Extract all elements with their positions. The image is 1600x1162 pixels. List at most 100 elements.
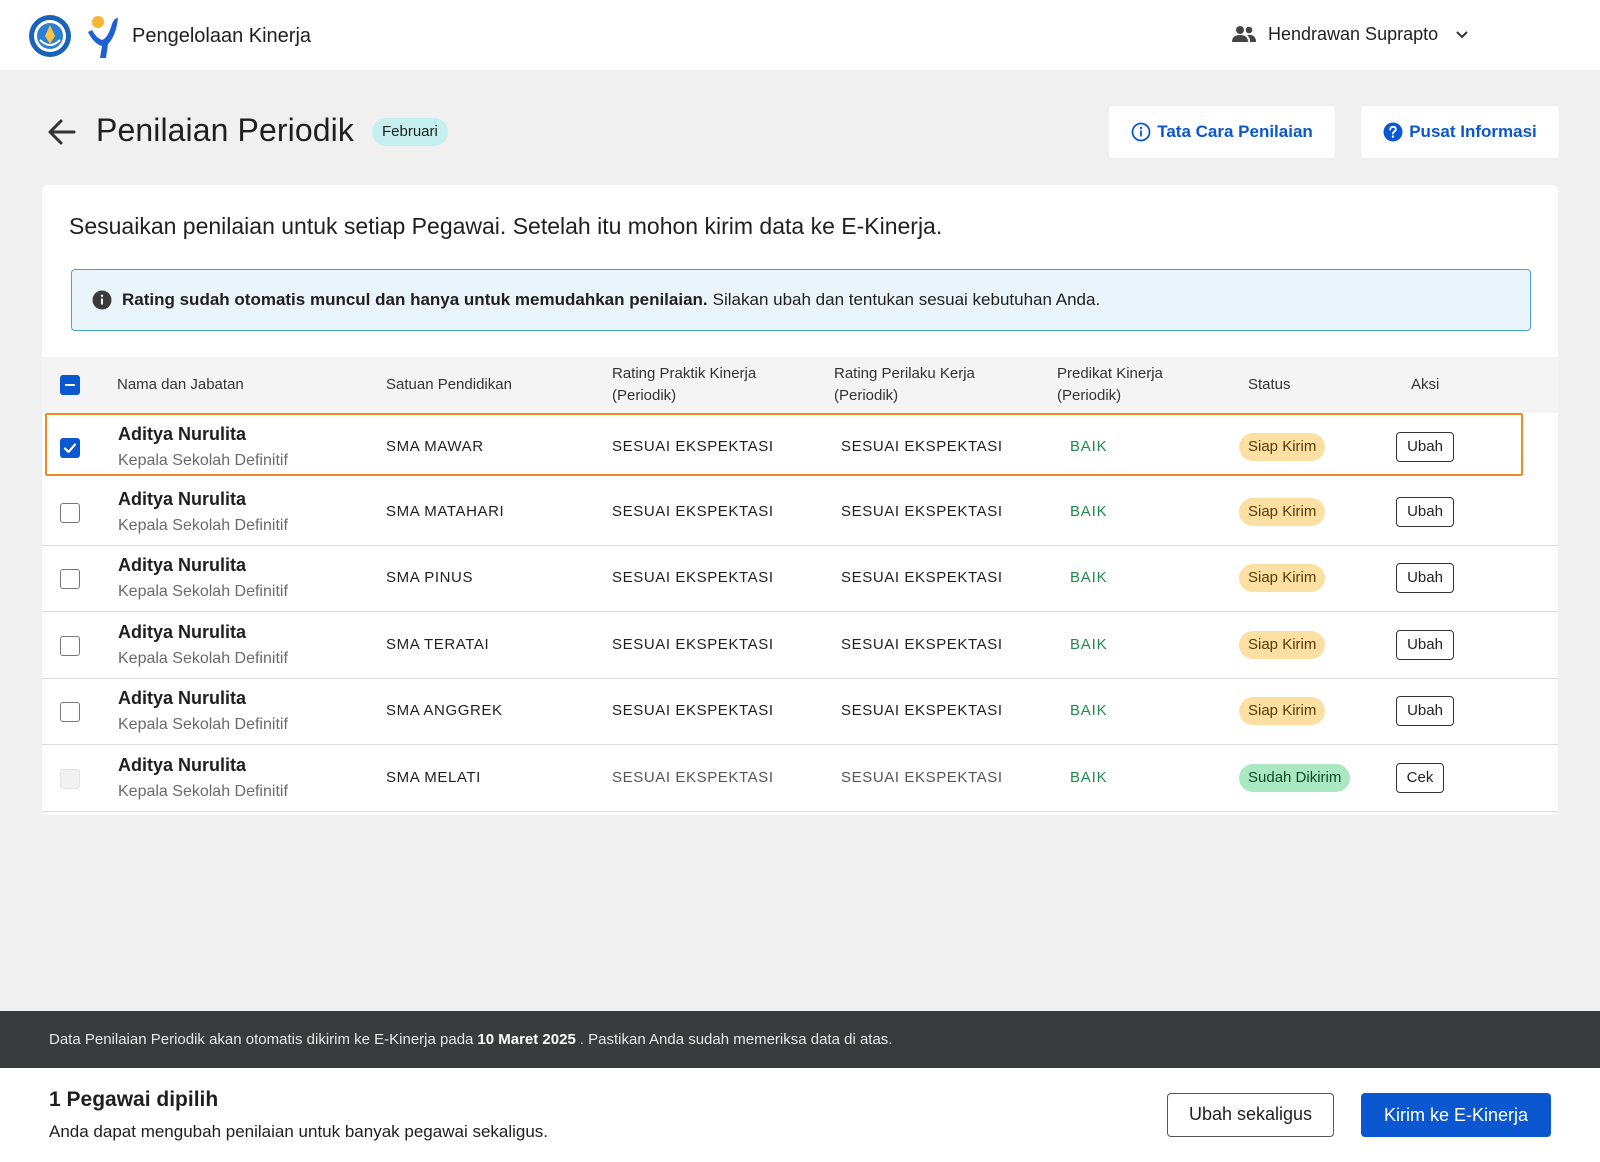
table-header: Nama dan Jabatan Satuan Pendidikan Ratin… <box>42 357 1558 413</box>
auto-send-notice: Data Penilaian Periodik akan otomatis di… <box>0 1011 1600 1068</box>
check-icon <box>63 443 77 454</box>
table-row: Aditya Nurulita Kepala Sekolah Definitif… <box>42 746 1558 812</box>
header-nama: Nama dan Jabatan <box>117 376 244 393</box>
pusat-informasi-label: Pusat Informasi <box>1409 122 1537 141</box>
header-aksi: Aksi <box>1411 376 1440 393</box>
header-rating-perilaku-line1: Rating Perilaku Kerja <box>834 365 975 382</box>
notice-text-before: Data Penilaian Periodik akan otomatis di… <box>49 1031 474 1048</box>
status-badge: Siap Kirim <box>1239 630 1326 659</box>
users-icon <box>1232 26 1256 42</box>
rating-praktik: SESUAI EKSPEKTASI <box>612 768 774 786</box>
row-checkbox <box>60 768 80 789</box>
employee-name: Aditya Nurulita <box>118 621 247 642</box>
employee-role: Kepala Sekolah Definitif <box>118 649 288 667</box>
predikat-kinerja: BAIK <box>1070 768 1108 786</box>
status-badge: Siap Kirim <box>1239 433 1326 461</box>
user-menu[interactable]: Hendrawan Suprapto <box>1232 20 1470 48</box>
school-name: SMA MAWAR <box>386 438 484 455</box>
pusat-informasi-button[interactable]: Pusat Informasi <box>1361 106 1559 158</box>
predikat-kinerja: BAIK <box>1070 635 1108 653</box>
employee-role: Kepala Sekolah Definitif <box>118 452 288 469</box>
notice-date: 10 Maret 2025 <box>477 1031 576 1048</box>
rating-perilaku: SESUAI EKSPEKTASI <box>841 768 1003 786</box>
top-bar: Pengelolaan Kinerja Hendrawan Suprapto <box>0 0 1600 70</box>
month-badge: Februari <box>372 118 448 146</box>
school-name: SMA ANGGREK <box>386 702 503 719</box>
employee-role: Kepala Sekolah Definitif <box>118 782 288 800</box>
employee-role: Kepala Sekolah Definitif <box>118 583 288 600</box>
header-predikat-line2: (Periodik) <box>1057 387 1122 404</box>
school-name: SMA PINUS <box>386 569 474 586</box>
kirim-ke-ekinerja-button[interactable]: Kirim ke E-Kinerja <box>1361 1093 1551 1137</box>
ubah-button[interactable]: Ubah <box>1396 563 1454 593</box>
employee-role: Kepala Sekolah Definitif <box>118 516 288 534</box>
info-alert: Rating sudah otomatis muncul dan hanya u… <box>71 269 1531 331</box>
header-status: Status <box>1248 376 1291 393</box>
selected-count: 1 Pegawai dipilih <box>49 1088 219 1111</box>
header-rating-praktik: Rating Praktik Kinerja (Periodik) <box>612 363 756 407</box>
header-rating-perilaku: Rating Perilaku Kerja (Periodik) <box>834 363 975 407</box>
back-arrow-icon[interactable] <box>46 116 78 148</box>
rating-perilaku: SESUAI EKSPEKTASI <box>841 702 1003 719</box>
info-filled-icon <box>92 290 112 310</box>
cek-button[interactable]: Cek <box>1396 762 1444 793</box>
tut-wuri-handayani-logo <box>29 15 71 57</box>
tata-cara-penilaian-button[interactable]: Tata Cara Penilaian <box>1109 106 1335 158</box>
school-name: SMA TERATAI <box>386 635 490 653</box>
page-title: Penilaian Periodik <box>96 112 354 148</box>
table-row: Aditya Nurulita Kepala Sekolah Definitif… <box>42 613 1558 679</box>
predikat-kinerja: BAIK <box>1070 702 1108 719</box>
status-badge: Siap Kirim <box>1239 697 1326 725</box>
row-checkbox[interactable] <box>60 702 80 722</box>
rating-praktik: SESUAI EKSPEKTASI <box>612 569 774 586</box>
table-row: Aditya Nurulita Kepala Sekolah Definitif… <box>42 679 1558 745</box>
rating-praktik: SESUAI EKSPEKTASI <box>612 438 774 455</box>
ubah-button[interactable]: Ubah <box>1396 629 1454 660</box>
ubah-button[interactable]: Ubah <box>1396 496 1454 527</box>
header-rating-praktik-line1: Rating Praktik Kinerja <box>612 365 757 382</box>
help-circle-icon <box>1383 122 1403 142</box>
ubah-sekaligus-button[interactable]: Ubah sekaligus <box>1167 1093 1334 1137</box>
table-row: Aditya Nurulita Kepala Sekolah Definitif… <box>45 413 1523 476</box>
header-satuan: Satuan Pendidikan <box>386 376 512 393</box>
predikat-kinerja: BAIK <box>1070 438 1108 455</box>
row-checkbox[interactable] <box>60 635 80 656</box>
employee-name: Aditya Nurulita <box>118 424 247 444</box>
status-badge: Sudah Dikirim <box>1239 763 1351 792</box>
row-checkbox[interactable] <box>60 438 80 458</box>
status-badge: Siap Kirim <box>1239 564 1326 592</box>
predikat-kinerja: BAIK <box>1070 569 1108 586</box>
ubah-button[interactable]: Ubah <box>1396 432 1454 462</box>
rating-praktik: SESUAI EKSPEKTASI <box>612 502 774 520</box>
app-logo <box>88 16 118 58</box>
rating-perilaku: SESUAI EKSPEKTASI <box>841 569 1003 586</box>
row-checkbox[interactable] <box>60 569 80 589</box>
status-badge: Siap Kirim <box>1239 497 1326 526</box>
employee-name: Aditya Nurulita <box>118 688 247 708</box>
employee-name: Aditya Nurulita <box>118 754 247 775</box>
info-alert-text: Silakan ubah dan tentukan sesuai kebutuh… <box>712 290 1101 309</box>
chevron-down-icon <box>1456 31 1468 39</box>
employee-role: Kepala Sekolah Definitif <box>118 716 288 733</box>
card-heading: Sesuaikan penilaian untuk setiap Pegawai… <box>69 213 943 239</box>
header-rating-praktik-line2: (Periodik) <box>612 387 677 404</box>
header-predikat: Predikat Kinerja (Periodik) <box>1057 363 1163 407</box>
app-title: Pengelolaan Kinerja <box>132 25 312 47</box>
info-alert-bold: Rating sudah otomatis muncul dan hanya u… <box>122 290 708 309</box>
tata-cara-label: Tata Cara Penilaian <box>1157 122 1313 141</box>
ubah-button[interactable]: Ubah <box>1396 696 1454 726</box>
notice-text-after: . Pastikan Anda sudah memeriksa data di … <box>579 1031 893 1048</box>
rating-perilaku: SESUAI EKSPEKTASI <box>841 635 1003 653</box>
row-checkbox[interactable] <box>60 502 80 523</box>
bulk-action-bar: 1 Pegawai dipilih Anda dapat mengubah pe… <box>0 1068 1600 1162</box>
user-name: Hendrawan Suprapto <box>1268 23 1439 44</box>
select-all-checkbox[interactable] <box>60 375 80 395</box>
predikat-kinerja: BAIK <box>1070 502 1108 520</box>
rating-perilaku: SESUAI EKSPEKTASI <box>841 502 1003 520</box>
employee-name: Aditya Nurulita <box>118 488 247 509</box>
assessment-card: Sesuaikan penilaian untuk setiap Pegawai… <box>42 185 1558 815</box>
rating-praktik: SESUAI EKSPEKTASI <box>612 702 774 719</box>
info-outline-icon <box>1131 122 1151 142</box>
header-predikat-line1: Predikat Kinerja <box>1057 365 1163 382</box>
school-name: SMA MATAHARI <box>386 502 505 520</box>
